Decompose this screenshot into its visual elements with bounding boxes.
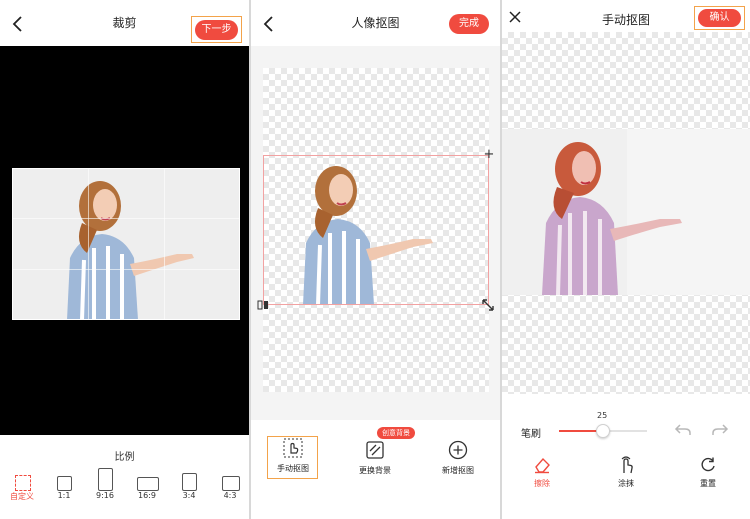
crop-canvas — [0, 46, 249, 435]
portrait-cutout-panel: 人像抠图 完成 + 手动抠图 创意背景 更换背景 新增抠图 — [251, 0, 500, 519]
plus-circle-icon — [448, 440, 468, 460]
ratio-label: 9:16 — [96, 491, 114, 500]
brush-size-value: 25 — [597, 411, 608, 420]
ratio-label: 4:3 — [223, 491, 237, 500]
ratio-label: 自定义 — [10, 492, 34, 501]
square-ratio-icon — [57, 476, 72, 491]
ratio-label: 1:1 — [57, 491, 71, 500]
confirm-button[interactable]: 确认 — [698, 9, 741, 27]
tool-label: 手动抠图 — [277, 464, 309, 473]
reset-icon — [701, 457, 715, 472]
landscape-ratio-icon — [137, 477, 159, 491]
change-background-tool[interactable]: 更换背景 — [351, 440, 399, 476]
eraser-icon — [535, 457, 550, 474]
crop-grid-line — [88, 168, 89, 320]
resize-handle-icon[interactable] — [481, 298, 495, 312]
tool-label: 擦除 — [534, 479, 550, 488]
erase-tool[interactable]: 擦除 — [522, 456, 562, 489]
tool-bar: 手动抠图 创意背景 更换背景 新增抠图 — [251, 420, 500, 519]
tool-label: 涂抹 — [618, 479, 634, 488]
redo-icon[interactable] — [711, 422, 729, 438]
tool-label: 更换背景 — [359, 466, 391, 475]
cutout-header: 人像抠图 完成 — [251, 0, 500, 46]
brush-slider-track[interactable] — [559, 424, 647, 438]
landscape-ratio-icon — [222, 476, 240, 491]
crop-frame[interactable] — [12, 168, 240, 320]
brush-slider-thumb[interactable] — [596, 424, 610, 438]
ratio-title: 比例 — [114, 452, 135, 463]
manual-header: 手动抠图 确认 — [502, 0, 750, 32]
ratio-label: 3:4 — [182, 491, 196, 500]
crop-grid-line — [164, 168, 165, 320]
mirror-handle-icon[interactable] — [256, 298, 270, 312]
crop-photo[interactable] — [12, 168, 240, 321]
selection-box[interactable] — [263, 155, 489, 305]
crop-grid-line — [12, 269, 240, 270]
edit-canvas[interactable] — [502, 129, 750, 296]
hand-pointer-icon — [283, 438, 303, 458]
portrait-ratio-icon — [98, 468, 113, 491]
add-cutout-tool[interactable]: 新增抠图 — [434, 440, 482, 476]
ratio-label: 16:9 — [138, 491, 156, 500]
reset-tool[interactable]: 重置 — [688, 456, 728, 489]
cutout-canvas: + — [251, 46, 500, 420]
creative-background-badge: 创意背景 — [377, 427, 415, 439]
hand-smear-icon — [621, 456, 633, 474]
done-button[interactable]: 完成 — [449, 14, 489, 34]
manual-cutout-panel: 手动抠图 确认 笔刷 25 擦除 涂抹 重置 — [502, 0, 750, 519]
crop-header: 裁剪 下一步 — [0, 0, 249, 46]
tool-label: 新增抠图 — [442, 466, 474, 475]
portrait-ratio-icon — [182, 473, 197, 491]
add-handle-icon[interactable]: + — [482, 148, 496, 162]
portrait-photo-masked — [502, 129, 750, 296]
tool-label: 重置 — [700, 479, 716, 488]
brush-label: 笔刷 — [521, 429, 541, 440]
next-button[interactable]: 下一步 — [195, 20, 238, 40]
brush-control-area: 笔刷 25 擦除 涂抹 重置 — [502, 394, 750, 519]
background-pattern-icon — [366, 441, 384, 459]
crop-panel: 裁剪 下一步 比例 自定义 1:1 9:16 16:9 3:4 4:3 — [0, 0, 249, 519]
undo-icon[interactable] — [674, 422, 692, 438]
smear-tool[interactable]: 涂抹 — [606, 456, 646, 489]
custom-ratio-icon — [15, 475, 31, 491]
crop-grid-line — [12, 218, 240, 219]
manual-cutout-tool[interactable]: 手动抠图 — [269, 438, 317, 474]
